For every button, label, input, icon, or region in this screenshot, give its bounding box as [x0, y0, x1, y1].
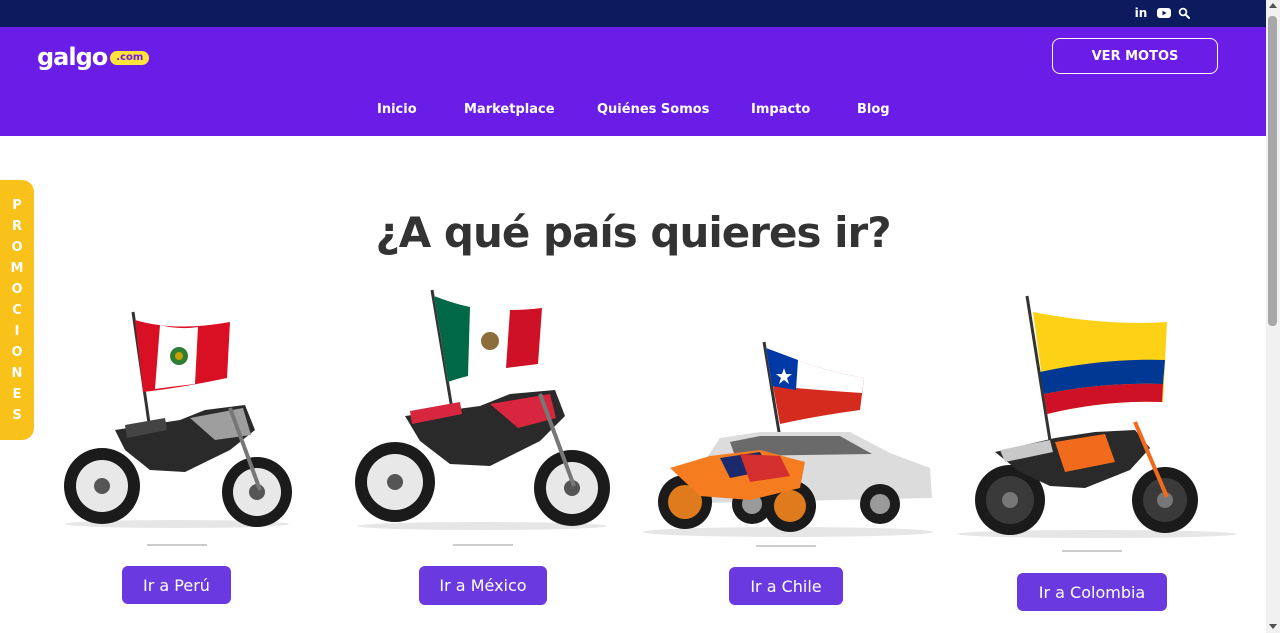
promo-letter: O [11, 344, 23, 360]
nav-item-impacto[interactable]: Impacto [751, 102, 810, 117]
nav-item-blog[interactable]: Blog [857, 102, 890, 117]
promo-letter: S [12, 407, 22, 423]
promo-letter: M [10, 260, 24, 276]
mexico-flag [434, 296, 542, 382]
ver-motos-button[interactable]: VER MOTOS [1052, 38, 1218, 74]
scroll-up-arrow-icon[interactable] [1269, 3, 1277, 8]
nav-item-inicio[interactable]: Inicio [377, 102, 417, 117]
page-title: ¿A qué país quieres ir? [375, 208, 891, 257]
card-divider [1062, 550, 1122, 552]
colombia-flag [1033, 312, 1167, 414]
youtube-icon[interactable] [1157, 6, 1171, 20]
promo-letter: O [11, 281, 23, 297]
chile-flag [766, 348, 864, 424]
main-nav: Inicio Marketplace Quiénes Somos Impacto… [0, 102, 1266, 120]
top-bar: in [0, 0, 1266, 27]
site-header: galgo .com VER MOTOS Inicio Marketplace … [0, 27, 1266, 136]
galgo-logo[interactable]: galgo .com [37, 43, 150, 71]
card-divider [453, 544, 513, 546]
card-divider [756, 545, 816, 547]
peru-flag [135, 320, 230, 392]
promo-letter: I [14, 323, 20, 339]
nav-item-quienes-somos[interactable]: Quiénes Somos [597, 102, 709, 117]
mexico-motorcycle-image[interactable] [350, 286, 615, 536]
scroll-down-arrow-icon[interactable] [1269, 624, 1277, 629]
peru-motorcycle-image[interactable] [55, 300, 300, 535]
ir-a-mexico-button[interactable]: Ir a México [419, 566, 547, 605]
linkedin-icon[interactable]: in [1134, 6, 1148, 20]
search-icon[interactable] [1178, 6, 1190, 20]
chile-vehicles-image[interactable] [640, 338, 935, 538]
nav-item-marketplace[interactable]: Marketplace [464, 102, 555, 117]
colombia-motorcycle-image[interactable] [955, 292, 1240, 542]
promo-letter: E [12, 386, 22, 402]
promo-letter: C [12, 302, 22, 318]
ir-a-colombia-button[interactable]: Ir a Colombia [1017, 573, 1167, 611]
card-divider [147, 544, 207, 546]
ir-a-peru-button[interactable]: Ir a Perú [122, 566, 231, 604]
promo-letter: N [11, 365, 23, 381]
scrollbar-thumb[interactable] [1268, 16, 1277, 326]
ir-a-chile-button[interactable]: Ir a Chile [729, 567, 843, 605]
